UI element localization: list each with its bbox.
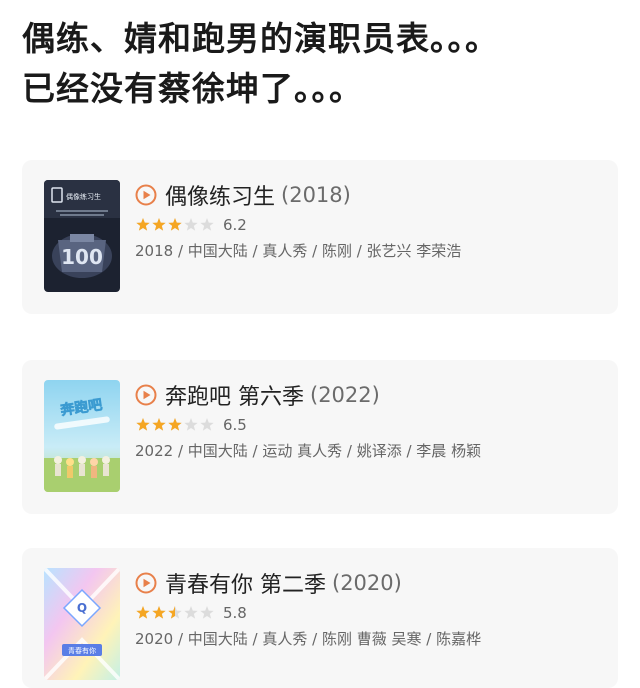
title-row[interactable]: 青春有你 第二季 (2020): [135, 568, 402, 598]
media-card-youth-with-you[interactable]: Q 青春有你 青春有你 第二季 (2020) 5.8 2020 / 中国大陆 /…: [22, 548, 618, 688]
media-card-keep-running[interactable]: 奔跑吧 奔跑吧 第六季 (2022) 6.5 2022 / 中国大陆 / 运动 …: [22, 360, 618, 514]
star-icon: [136, 418, 150, 431]
media-year: (2018): [281, 183, 351, 207]
star-icon: [136, 606, 150, 619]
star-icon: [152, 606, 166, 619]
rating-row: 6.5: [135, 415, 247, 435]
star-rating: [135, 417, 215, 433]
media-year: (2020): [332, 571, 402, 595]
headline-line-1: 偶练、婧和跑男的演职员表。。。: [22, 19, 499, 58]
rating-row: 5.8: [135, 603, 247, 623]
play-circle-icon[interactable]: [135, 572, 157, 594]
media-meta: 2018 / 中国大陆 / 真人秀 / 陈刚 / 张艺兴 李荣浩: [135, 242, 462, 260]
rating-row: 6.2: [135, 215, 247, 235]
play-circle-icon[interactable]: [135, 384, 157, 406]
star-icon: [200, 218, 214, 231]
svg-text:Q: Q: [77, 601, 87, 615]
rating-score: 5.8: [223, 604, 247, 622]
poster-idol-producer[interactable]: 偶像练习生 100: [44, 180, 120, 292]
star-icon: [168, 418, 182, 431]
star-icon: [184, 418, 198, 431]
title-row[interactable]: 偶像练习生 (2018): [135, 180, 351, 210]
star-icon: [200, 418, 214, 431]
headline: 偶练、婧和跑男的演职员表。。。 已经没有蔡徐坤了。。。: [22, 14, 622, 114]
headline-line-2: 已经没有蔡徐坤了。。。: [22, 69, 363, 108]
svg-text:100: 100: [61, 245, 103, 269]
media-meta: 2022 / 中国大陆 / 运动 真人秀 / 姚译添 / 李晨 杨颖: [135, 442, 482, 460]
star-icon: [168, 606, 175, 619]
media-title[interactable]: 偶像练习生: [165, 179, 275, 211]
star-icon: [136, 218, 150, 231]
media-title[interactable]: 青春有你 第二季: [165, 567, 326, 599]
rating-score: 6.5: [223, 416, 247, 434]
title-row[interactable]: 奔跑吧 第六季 (2022): [135, 380, 380, 410]
media-year: (2022): [310, 383, 380, 407]
poster-youth-with-you[interactable]: Q 青春有你: [44, 568, 120, 680]
poster-keep-running[interactable]: 奔跑吧: [44, 380, 120, 492]
star-rating: [135, 217, 215, 233]
star-icon: [168, 218, 182, 231]
star-icon: [184, 218, 198, 231]
poster-3-label: 青春有你: [68, 646, 96, 655]
rating-score: 6.2: [223, 216, 247, 234]
play-circle-icon[interactable]: [135, 184, 157, 206]
star-icon: [152, 218, 166, 231]
star-icon: [200, 606, 214, 619]
star-icon: [184, 606, 198, 619]
media-meta: 2020 / 中国大陆 / 真人秀 / 陈刚 曹薇 吴寒 / 陈嘉桦: [135, 630, 482, 648]
media-title[interactable]: 奔跑吧 第六季: [165, 379, 304, 411]
star-rating: [135, 605, 215, 621]
media-card-idol-producer[interactable]: 偶像练习生 100 偶像练习生 (2018) 6.2 2018 / 中国大陆 /…: [22, 160, 618, 314]
star-icon: [152, 418, 166, 431]
poster-1-label: 偶像练习生: [66, 192, 101, 201]
